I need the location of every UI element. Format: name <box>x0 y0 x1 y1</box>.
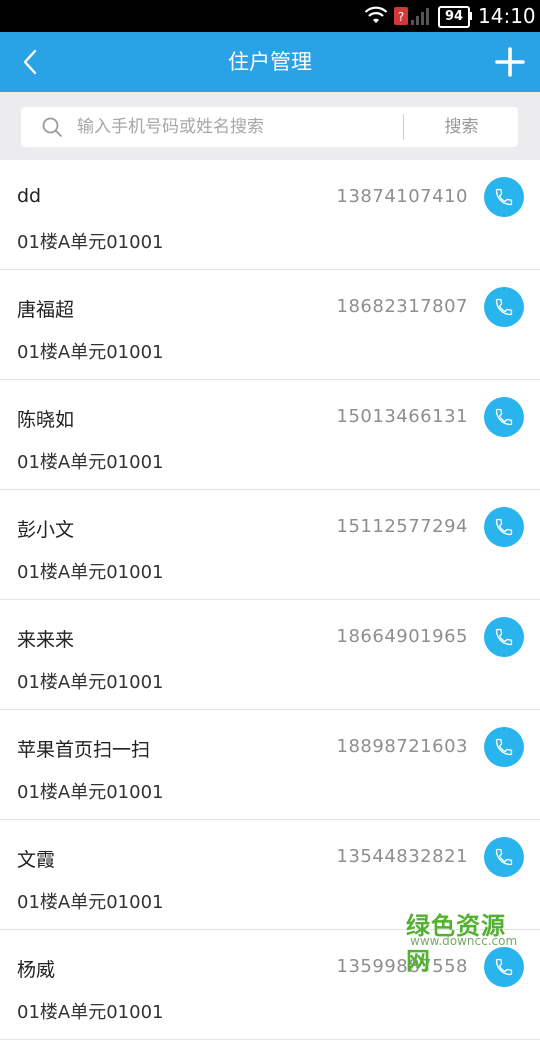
call-button[interactable] <box>484 397 524 437</box>
resident-name: 来来来 <box>17 629 75 651</box>
list-item[interactable]: 唐福超 18682317807 01楼A单元01001 <box>0 270 540 380</box>
clock: 14:10 <box>478 4 536 28</box>
resident-address: 01楼A单元01001 <box>17 452 164 473</box>
watermark: 绿色资源网 www.downcc.com <box>400 906 530 975</box>
resident-address: 01楼A单元01001 <box>17 342 164 363</box>
watermark-url: www.downcc.com <box>410 934 518 948</box>
search-button[interactable]: 搜索 <box>405 107 518 147</box>
search-input[interactable] <box>77 112 397 142</box>
resident-phone: 15112577294 <box>336 516 468 537</box>
search-divider <box>403 114 404 140</box>
resident-phone: 18898721603 <box>336 736 468 757</box>
call-button[interactable] <box>484 617 524 657</box>
wifi-icon <box>364 6 388 23</box>
resident-name: 陈晓如 <box>17 409 75 431</box>
resident-name: 苹果首页扫一扫 <box>17 739 151 761</box>
notification-icon: ? <box>394 7 408 25</box>
list-item[interactable]: 来来来 18664901965 01楼A单元01001 <box>0 600 540 710</box>
plus-icon[interactable] <box>494 46 526 78</box>
resident-address: 01楼A单元01001 <box>17 1002 164 1023</box>
list-item[interactable]: 苹果首页扫一扫 18898721603 01楼A单元01001 <box>0 710 540 820</box>
call-button[interactable] <box>484 837 524 877</box>
call-button[interactable] <box>484 507 524 547</box>
call-button[interactable] <box>484 727 524 767</box>
resident-phone: 18682317807 <box>336 296 468 317</box>
status-bar: ? 94 14:10 <box>0 0 540 32</box>
list-item[interactable]: 陈晓如 15013466131 01楼A单元01001 <box>0 380 540 490</box>
resident-address: 01楼A单元01001 <box>17 892 164 913</box>
resident-address: 01楼A单元01001 <box>17 782 164 803</box>
battery-indicator: 94 <box>438 6 470 28</box>
resident-phone: 18664901965 <box>336 626 468 647</box>
resident-phone: 13874107410 <box>336 186 468 207</box>
search-icon <box>42 117 62 137</box>
list-item[interactable]: dd 13874107410 01楼A单元01001 <box>0 160 540 270</box>
resident-phone: 15013466131 <box>336 406 468 427</box>
resident-address: 01楼A单元01001 <box>17 562 164 583</box>
title-bar: 住户管理 <box>0 32 540 92</box>
resident-address: 01楼A单元01001 <box>17 672 164 693</box>
resident-phone: 13544832821 <box>336 846 468 867</box>
resident-name: dd <box>17 185 42 207</box>
resident-name: 文霞 <box>17 849 56 871</box>
search-area: 搜索 <box>0 92 540 160</box>
chevron-left-icon[interactable] <box>18 48 44 76</box>
search-box: 搜索 <box>21 107 518 147</box>
battery-tip <box>470 12 472 20</box>
resident-name: 彭小文 <box>17 519 75 541</box>
call-button[interactable] <box>484 287 524 327</box>
resident-address: 01楼A单元01001 <box>17 232 164 253</box>
resident-name: 杨威 <box>17 959 56 981</box>
list-item[interactable]: 彭小文 15112577294 01楼A单元01001 <box>0 490 540 600</box>
resident-name: 唐福超 <box>17 299 75 321</box>
call-button[interactable] <box>484 177 524 217</box>
signal-icon <box>411 8 429 25</box>
svg-text:?: ? <box>398 10 404 24</box>
page-title: 住户管理 <box>228 50 312 74</box>
